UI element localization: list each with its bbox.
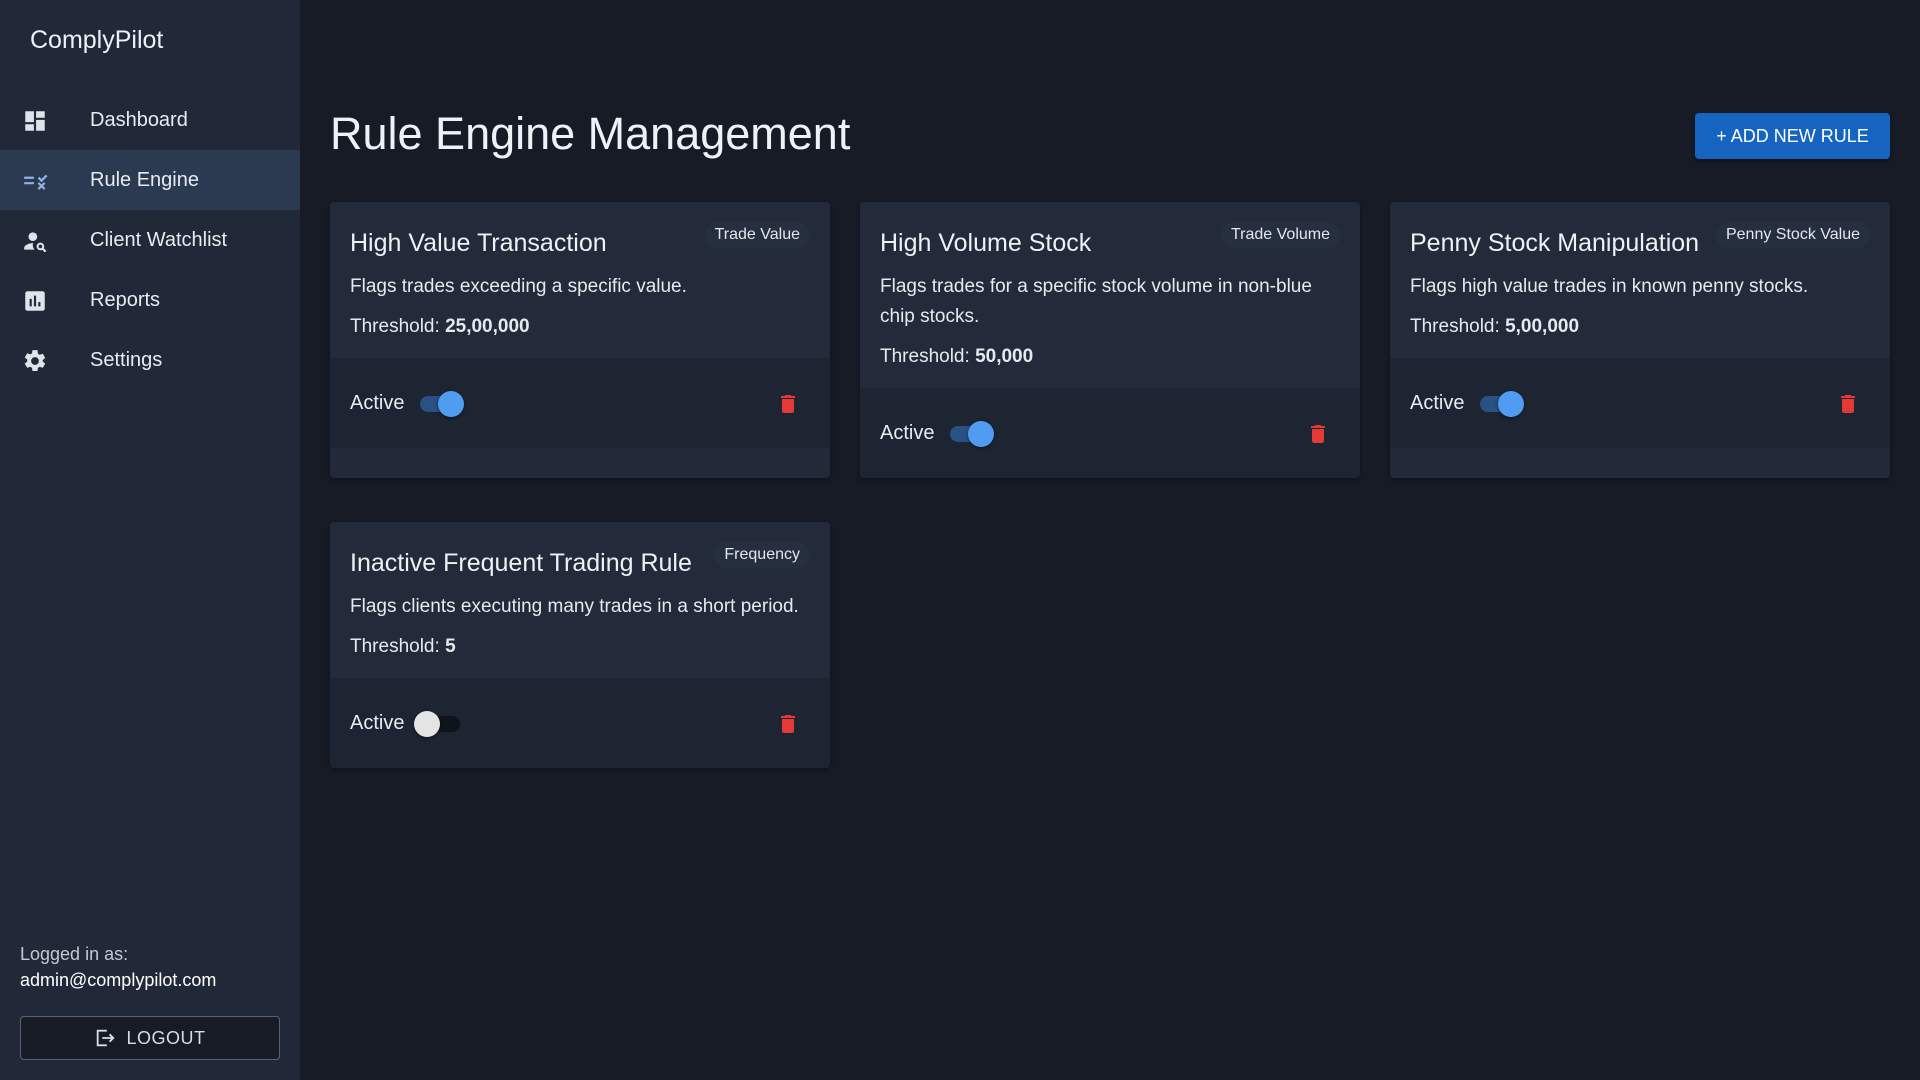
threshold-label: Threshold: bbox=[1410, 316, 1500, 337]
sidebar-item-label: Rule Engine bbox=[90, 168, 199, 191]
card-footer bbox=[1390, 448, 1890, 478]
active-toggle[interactable] bbox=[1478, 389, 1525, 417]
threshold-value: 5,00,000 bbox=[1505, 316, 1580, 337]
rule-card-actions: Active bbox=[1390, 358, 1890, 448]
threshold-value: 25,00,000 bbox=[445, 316, 530, 337]
sidebar-item-label: Reports bbox=[90, 288, 161, 311]
rule-threshold: Threshold: 5,00,000 bbox=[1410, 316, 1870, 338]
rule-type-tag: Frequency bbox=[714, 542, 810, 568]
rule-card-actions: Active bbox=[330, 358, 830, 448]
rule-card-header: Inactive Frequent Trading Rule Frequency… bbox=[330, 522, 830, 678]
rule-card-header: High Volume Stock Trade Volume Flags tra… bbox=[860, 202, 1360, 388]
active-label: Active bbox=[350, 711, 405, 734]
active-toggle[interactable] bbox=[418, 389, 465, 417]
sidebar-item-client-watchlist[interactable]: Client Watchlist bbox=[0, 210, 300, 270]
rule-card: High Value Transaction Trade Value Flags… bbox=[330, 202, 830, 478]
rule-card-header: High Value Transaction Trade Value Flags… bbox=[330, 202, 830, 358]
page-title: Rule Engine Management bbox=[330, 108, 851, 159]
delete-icon[interactable] bbox=[1836, 391, 1860, 417]
rule-card-actions: Active bbox=[330, 678, 830, 768]
brand-logo[interactable]: ComplyPilot bbox=[30, 26, 163, 55]
toggle-knob bbox=[1498, 391, 1525, 417]
active-toggle[interactable] bbox=[948, 419, 995, 447]
rule-threshold: Threshold: 25,00,000 bbox=[350, 316, 810, 338]
sidebar-item-dashboard[interactable]: Dashboard bbox=[0, 90, 300, 150]
threshold-label: Threshold: bbox=[350, 316, 440, 337]
rule-type-tag: Trade Volume bbox=[1220, 222, 1340, 248]
person-search-icon bbox=[24, 232, 47, 253]
logout-icon bbox=[97, 1029, 116, 1047]
login-user-email: admin@complypilot.com bbox=[20, 970, 217, 990]
rule-type-tag: Penny Stock Value bbox=[1715, 222, 1870, 248]
toggle-knob bbox=[414, 711, 441, 737]
rule-card: Penny Stock Manipulation Penny Stock Val… bbox=[1390, 202, 1890, 478]
login-caption: Logged in as: bbox=[20, 944, 129, 964]
delete-icon[interactable] bbox=[776, 391, 800, 417]
dashboard-icon bbox=[25, 111, 45, 131]
logout-label: LOGOUT bbox=[126, 1027, 206, 1048]
rule-description: Flags high value trades in known penny s… bbox=[1410, 276, 1809, 297]
rule-type-tag: Trade Value bbox=[704, 222, 810, 248]
card-footer bbox=[330, 448, 830, 478]
active-label: Active bbox=[350, 391, 405, 414]
active-label: Active bbox=[880, 421, 935, 444]
threshold-value: 50,000 bbox=[975, 346, 1034, 367]
sidebar-item-rule-engine[interactable]: Rule Engine bbox=[0, 150, 300, 210]
toggle-knob bbox=[438, 391, 465, 417]
rule-description: Flags clients executing many trades in a… bbox=[350, 596, 799, 617]
rule-description: Flags trades exceeding a specific value. bbox=[350, 276, 687, 297]
rule-icon bbox=[24, 174, 48, 190]
rule-card: Inactive Frequent Trading Rule Frequency… bbox=[330, 522, 830, 768]
threshold-label: Threshold: bbox=[350, 636, 440, 657]
threshold-label: Threshold: bbox=[880, 346, 970, 367]
sidebar: ComplyPilot Dashboard Rule Engine Client… bbox=[0, 0, 300, 1080]
rule-threshold: Threshold: 50,000 bbox=[880, 346, 1340, 368]
active-label: Active bbox=[1410, 391, 1465, 414]
delete-icon[interactable] bbox=[776, 711, 800, 737]
gear-icon bbox=[24, 350, 46, 371]
sidebar-item-label: Client Watchlist bbox=[90, 228, 228, 251]
bar-chart-icon bbox=[25, 291, 45, 311]
threshold-value: 5 bbox=[445, 636, 456, 657]
add-new-rule-button[interactable]: + ADD NEW RULE bbox=[1695, 113, 1890, 159]
rule-description: Flags trades for a specific stock volume… bbox=[880, 276, 1312, 327]
active-toggle[interactable] bbox=[414, 709, 464, 737]
sidebar-item-settings[interactable]: Settings bbox=[0, 330, 300, 390]
rule-threshold: Threshold: 5 bbox=[350, 636, 810, 658]
sidebar-nav: Dashboard Rule Engine Client Watchlist R… bbox=[0, 90, 300, 390]
rule-card: High Volume Stock Trade Volume Flags tra… bbox=[860, 202, 1360, 478]
sidebar-item-label: Settings bbox=[90, 348, 163, 371]
rule-card-actions: Active bbox=[860, 388, 1360, 478]
logout-button[interactable]: LOGOUT bbox=[20, 1016, 280, 1060]
rule-card-header: Penny Stock Manipulation Penny Stock Val… bbox=[1390, 202, 1890, 358]
toggle-knob bbox=[968, 421, 995, 447]
sidebar-item-reports[interactable]: Reports bbox=[0, 270, 300, 330]
sidebar-item-label: Dashboard bbox=[90, 108, 188, 131]
delete-icon[interactable] bbox=[1306, 421, 1330, 447]
